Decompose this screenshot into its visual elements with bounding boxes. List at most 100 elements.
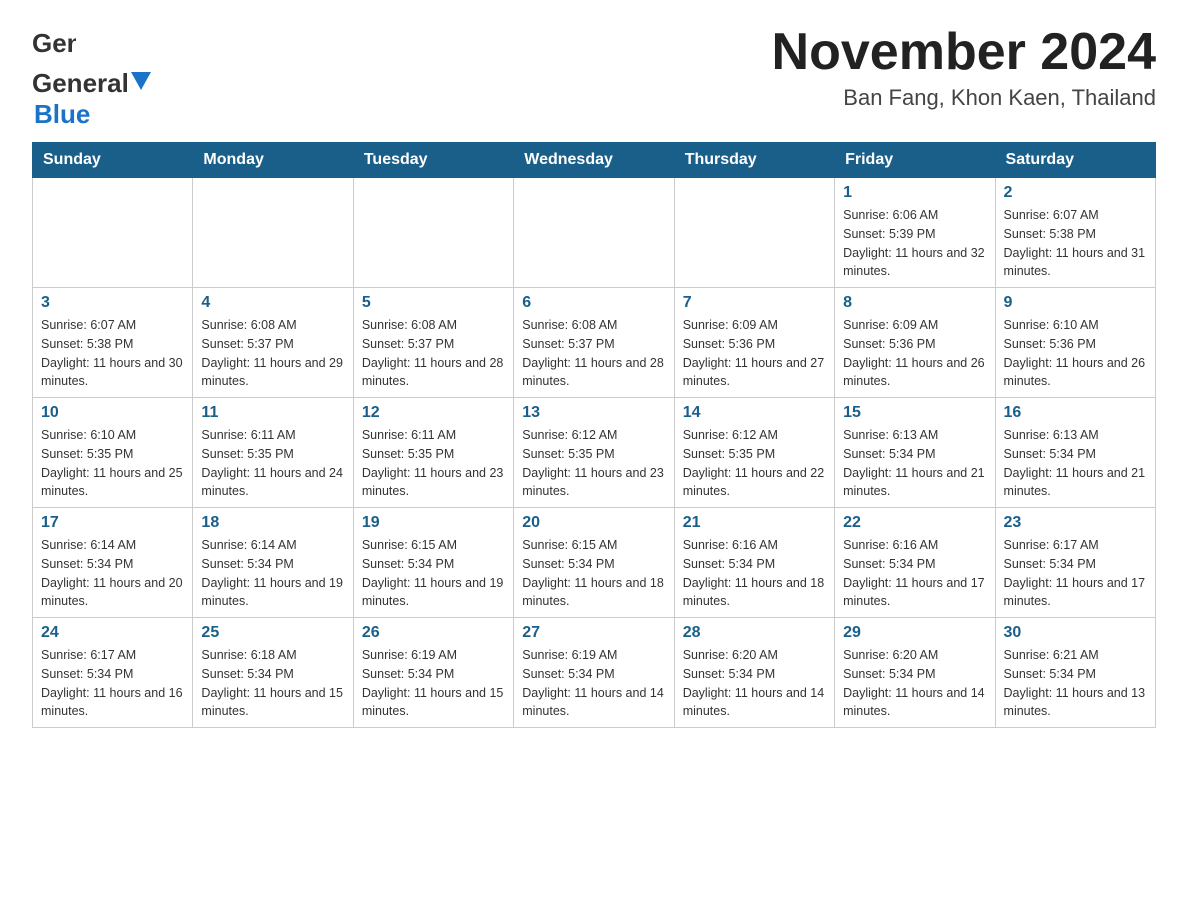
calendar-cell: 27 Sunrise: 6:19 AMSunset: 5:34 PMDayligh… [514, 618, 674, 728]
day-info: Sunrise: 6:14 AMSunset: 5:34 PMDaylight:… [41, 536, 184, 611]
calendar-cell [514, 178, 674, 288]
day-info: Sunrise: 6:08 AMSunset: 5:37 PMDaylight:… [362, 316, 505, 391]
calendar-cell: 17 Sunrise: 6:14 AMSunset: 5:34 PMDayligh… [33, 508, 193, 618]
day-info: Sunrise: 6:12 AMSunset: 5:35 PMDaylight:… [683, 426, 826, 501]
day-number: 24 [41, 624, 184, 642]
day-header-thursday: Thursday [674, 143, 834, 178]
week-row-4: 17 Sunrise: 6:14 AMSunset: 5:34 PMDayligh… [33, 508, 1156, 618]
calendar-body: 1 Sunrise: 6:06 AMSunset: 5:39 PMDaylight… [33, 178, 1156, 728]
calendar-cell: 6 Sunrise: 6:08 AMSunset: 5:37 PMDaylight… [514, 288, 674, 398]
week-row-3: 10Sunrise: 6:10 AMSunset: 5:35 PMDayligh… [33, 398, 1156, 508]
page-header: General General Blue November 2024 Ban F… [32, 24, 1156, 130]
calendar-cell [353, 178, 513, 288]
logo-blue-text: Blue [34, 99, 90, 130]
day-info: Sunrise: 6:15 AMSunset: 5:34 PMDaylight:… [522, 536, 665, 611]
day-info: Sunrise: 6:11 AMSunset: 5:35 PMDaylight:… [362, 426, 505, 501]
logo: General General Blue [32, 24, 153, 130]
calendar-cell: 14 Sunrise: 6:12 AMSunset: 5:35 PMDayligh… [674, 398, 834, 508]
calendar-cell: 13Sunrise: 6:12 AMSunset: 5:35 PMDayligh… [514, 398, 674, 508]
calendar-cell: 2 Sunrise: 6:07 AMSunset: 5:38 PMDaylight… [995, 178, 1155, 288]
day-number: 22 [843, 514, 986, 532]
day-info: Sunrise: 6:09 AMSunset: 5:36 PMDaylight:… [843, 316, 986, 391]
day-info: Sunrise: 6:13 AMSunset: 5:34 PMDaylight:… [1004, 426, 1147, 501]
day-info: Sunrise: 6:20 AMSunset: 5:34 PMDaylight:… [843, 646, 986, 721]
day-info: Sunrise: 6:18 AMSunset: 5:34 PMDaylight:… [201, 646, 344, 721]
day-number: 25 [201, 624, 344, 642]
day-info: Sunrise: 6:17 AMSunset: 5:34 PMDaylight:… [1004, 536, 1147, 611]
day-number: 5 [362, 294, 505, 312]
day-header-monday: Monday [193, 143, 353, 178]
day-number: 2 [1004, 184, 1147, 202]
calendar-cell [33, 178, 193, 288]
calendar-cell: 7Sunrise: 6:09 AMSunset: 5:36 PMDaylight… [674, 288, 834, 398]
calendar-table: SundayMondayTuesdayWednesdayThursdayFrid… [32, 142, 1156, 728]
day-info: Sunrise: 6:16 AMSunset: 5:34 PMDaylight:… [683, 536, 826, 611]
day-info: Sunrise: 6:07 AMSunset: 5:38 PMDaylight:… [1004, 206, 1147, 281]
calendar-cell: 20 Sunrise: 6:15 AMSunset: 5:34 PMDayligh… [514, 508, 674, 618]
svg-text:General: General [32, 28, 76, 58]
calendar-cell: 5 Sunrise: 6:08 AMSunset: 5:37 PMDaylight… [353, 288, 513, 398]
day-info: Sunrise: 6:10 AMSunset: 5:36 PMDaylight:… [1004, 316, 1147, 391]
calendar-cell: 21 Sunrise: 6:16 AMSunset: 5:34 PMDayligh… [674, 508, 834, 618]
day-number: 20 [522, 514, 665, 532]
calendar-cell: 8 Sunrise: 6:09 AMSunset: 5:36 PMDaylight… [835, 288, 995, 398]
day-number: 14 [683, 404, 826, 422]
page-title: November 2024 [772, 24, 1156, 81]
day-info: Sunrise: 6:08 AMSunset: 5:37 PMDaylight:… [522, 316, 665, 391]
day-header-tuesday: Tuesday [353, 143, 513, 178]
days-header: SundayMondayTuesdayWednesdayThursdayFrid… [33, 143, 1156, 178]
day-info: Sunrise: 6:06 AMSunset: 5:39 PMDaylight:… [843, 206, 986, 281]
day-number: 12 [362, 404, 505, 422]
day-number: 26 [362, 624, 505, 642]
calendar-cell: 19 Sunrise: 6:15 AMSunset: 5:34 PMDayligh… [353, 508, 513, 618]
day-info: Sunrise: 6:14 AMSunset: 5:34 PMDaylight:… [201, 536, 344, 611]
day-header-friday: Friday [835, 143, 995, 178]
day-number: 1 [843, 184, 986, 202]
day-number: 21 [683, 514, 826, 532]
logo-general-text: General [32, 68, 129, 99]
day-number: 9 [1004, 294, 1147, 312]
calendar-cell: 10Sunrise: 6:10 AMSunset: 5:35 PMDayligh… [33, 398, 193, 508]
calendar-cell: 26Sunrise: 6:19 AMSunset: 5:34 PMDayligh… [353, 618, 513, 728]
day-info: Sunrise: 6:15 AMSunset: 5:34 PMDaylight:… [362, 536, 505, 611]
week-row-2: 3Sunrise: 6:07 AMSunset: 5:38 PMDaylight… [33, 288, 1156, 398]
calendar-cell: 9 Sunrise: 6:10 AMSunset: 5:36 PMDaylight… [995, 288, 1155, 398]
calendar-cell: 4 Sunrise: 6:08 AMSunset: 5:37 PMDaylight… [193, 288, 353, 398]
calendar-cell: 23 Sunrise: 6:17 AMSunset: 5:34 PMDayligh… [995, 508, 1155, 618]
day-number: 11 [201, 404, 344, 422]
location-subtitle: Ban Fang, Khon Kaen, Thailand [772, 85, 1156, 111]
day-info: Sunrise: 6:13 AMSunset: 5:34 PMDaylight:… [843, 426, 986, 501]
day-number: 8 [843, 294, 986, 312]
day-number: 15 [843, 404, 986, 422]
calendar-cell: 16 Sunrise: 6:13 AMSunset: 5:34 PMDayligh… [995, 398, 1155, 508]
day-info: Sunrise: 6:17 AMSunset: 5:34 PMDaylight:… [41, 646, 184, 721]
title-area: November 2024 Ban Fang, Khon Kaen, Thail… [772, 24, 1156, 111]
day-number: 17 [41, 514, 184, 532]
week-row-5: 24 Sunrise: 6:17 AMSunset: 5:34 PMDayligh… [33, 618, 1156, 728]
day-number: 29 [843, 624, 986, 642]
day-number: 19 [362, 514, 505, 532]
day-header-wednesday: Wednesday [514, 143, 674, 178]
day-number: 6 [522, 294, 665, 312]
day-info: Sunrise: 6:16 AMSunset: 5:34 PMDaylight:… [843, 536, 986, 611]
day-info: Sunrise: 6:12 AMSunset: 5:35 PMDaylight:… [522, 426, 665, 501]
day-info: Sunrise: 6:08 AMSunset: 5:37 PMDaylight:… [201, 316, 344, 391]
calendar-cell: 1 Sunrise: 6:06 AMSunset: 5:39 PMDaylight… [835, 178, 995, 288]
day-number: 4 [201, 294, 344, 312]
calendar-cell: 18 Sunrise: 6:14 AMSunset: 5:34 PMDayligh… [193, 508, 353, 618]
calendar-cell: 30Sunrise: 6:21 AMSunset: 5:34 PMDayligh… [995, 618, 1155, 728]
calendar-cell: 3Sunrise: 6:07 AMSunset: 5:38 PMDaylight… [33, 288, 193, 398]
calendar-cell [193, 178, 353, 288]
day-info: Sunrise: 6:19 AMSunset: 5:34 PMDaylight:… [522, 646, 665, 721]
day-number: 3 [41, 294, 184, 312]
calendar-cell: 12 Sunrise: 6:11 AMSunset: 5:35 PMDayligh… [353, 398, 513, 508]
day-number: 27 [522, 624, 665, 642]
day-header-saturday: Saturday [995, 143, 1155, 178]
day-info: Sunrise: 6:11 AMSunset: 5:35 PMDaylight:… [201, 426, 344, 501]
day-number: 18 [201, 514, 344, 532]
day-number: 16 [1004, 404, 1147, 422]
day-number: 7 [683, 294, 826, 312]
day-info: Sunrise: 6:20 AMSunset: 5:34 PMDaylight:… [683, 646, 826, 721]
day-number: 23 [1004, 514, 1147, 532]
day-info: Sunrise: 6:21 AMSunset: 5:34 PMDaylight:… [1004, 646, 1147, 721]
